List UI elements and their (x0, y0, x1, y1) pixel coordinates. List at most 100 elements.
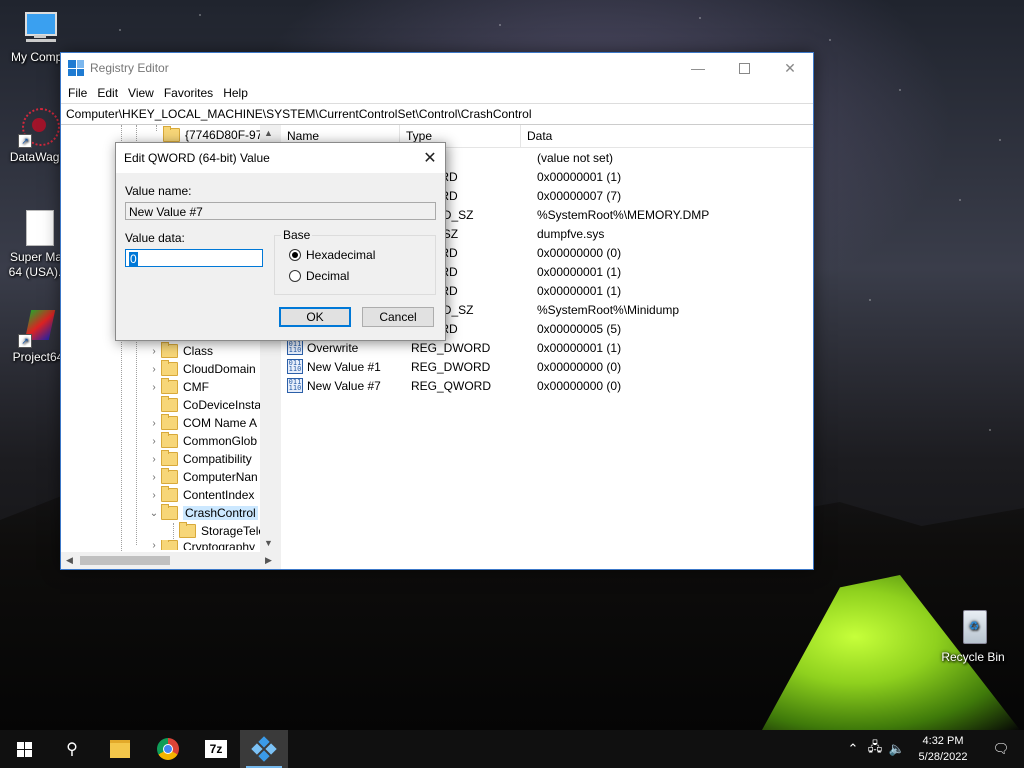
shortcut-arrow-icon: ↗ (18, 134, 32, 148)
value-data-cell: (value not set) (537, 150, 614, 165)
ok-button[interactable]: OK (279, 307, 351, 327)
chevron-up-icon[interactable]: ⌃ (842, 741, 864, 757)
value-data-cell: 0x00000000 (0) (537, 378, 622, 393)
folder-icon (161, 540, 178, 550)
folder-icon (161, 486, 178, 502)
scroll-thumb[interactable] (80, 556, 170, 565)
radio-unselected-icon (289, 270, 301, 282)
clock-time: 4:32 PM (922, 735, 964, 747)
close-button[interactable]: ✕ (767, 53, 813, 83)
recycle-bin-icon: ♻ (953, 608, 993, 648)
tree-item-storagetelemetry[interactable]: StorageTele (165, 522, 265, 540)
tree-item-commonglobusersettings[interactable]: › CommonGlob (147, 432, 257, 450)
menu-view[interactable]: View (123, 86, 159, 100)
folder-icon (161, 450, 178, 466)
expand-arrow-icon[interactable]: › (147, 490, 161, 501)
desktop-icon-recycle-bin[interactable]: ♻ Recycle Bin (936, 608, 1010, 665)
expand-arrow-icon[interactable]: › (147, 418, 161, 429)
expand-arrow-icon[interactable]: › (147, 472, 161, 483)
edit-qword-dialog: Edit QWORD (64-bit) Value ✕ Value name: … (115, 142, 446, 341)
tree-item-com-name-arbiter[interactable]: › COM Name A (147, 414, 257, 432)
dialog-titlebar[interactable]: Edit QWORD (64-bit) Value ✕ (116, 143, 445, 173)
volume-icon[interactable]: 🔈 (886, 741, 908, 757)
shortcut-arrow-icon: ↗ (18, 334, 32, 348)
value-name-cell: 011 110 New Value #1 (287, 359, 381, 374)
value-type-cell: REG_QWORD (411, 378, 492, 393)
computer-icon (20, 8, 60, 48)
scroll-right-icon[interactable]: ▶ (260, 555, 277, 566)
value-name-cell: 011 110 New Value #7 (287, 378, 381, 393)
folder-icon (161, 414, 178, 430)
scroll-up-icon[interactable]: ▲ (260, 125, 277, 142)
folder-icon (161, 432, 178, 448)
search-button[interactable]: ⚲ (48, 730, 96, 768)
7zip-icon: 7z (205, 740, 227, 758)
menu-bar: File Edit View Favorites Help (61, 83, 813, 103)
tree-item-clouddomain[interactable]: › CloudDomain (147, 360, 256, 378)
reg-binary-icon: 011110 (287, 340, 303, 355)
value-name-field[interactable]: New Value #7 (125, 202, 436, 220)
tree-item-compatibility[interactable]: › Compatibility (147, 450, 252, 468)
collapse-arrow-icon[interactable]: ⌄ (147, 508, 161, 519)
tree-horizontal-scrollbar[interactable]: ◀ ▶ (61, 552, 277, 569)
clock[interactable]: 4:32 PM 5/28/2022 (908, 733, 978, 765)
tree-item-contentindex[interactable]: › ContentIndex (147, 486, 254, 504)
expand-arrow-icon[interactable]: › (147, 382, 161, 393)
tree-item-cmf[interactable]: › CMF (147, 378, 209, 396)
tree-item-computername[interactable]: › ComputerNan (147, 468, 258, 486)
tree-item-codeviceinstall[interactable]: CoDeviceInsta (147, 396, 261, 414)
expand-arrow-icon[interactable]: › (147, 540, 161, 550)
menu-edit[interactable]: Edit (92, 86, 123, 100)
taskbar-registry-editor[interactable] (240, 730, 288, 768)
value-row[interactable]: 011 110 New Value #1 REG_DWORD 0x00000000 (0… (281, 357, 813, 376)
scroll-left-icon[interactable]: ◀ (61, 555, 78, 566)
dialog-close-icon[interactable]: ✕ (415, 148, 445, 168)
expand-arrow-icon[interactable]: › (147, 454, 161, 465)
network-icon[interactable]: 🖧 (864, 738, 886, 760)
taskbar-file-explorer[interactable] (96, 730, 144, 768)
menu-file[interactable]: File (63, 86, 92, 100)
expand-arrow-icon[interactable]: › (147, 436, 161, 447)
radio-hexadecimal[interactable]: Hexadecimal (289, 248, 375, 262)
search-icon: ⚲ (66, 741, 78, 758)
value-name-cell: 011 110 Overwrite (287, 340, 359, 355)
datawagon-icon: ↗ (18, 108, 60, 148)
menu-help[interactable]: Help (218, 86, 253, 100)
maximize-button[interactable] (721, 53, 767, 83)
base-groupbox: Base Hexadecimal Decimal (274, 228, 436, 295)
folder-icon (179, 522, 196, 538)
taskbar: ⚲ 7z ⌃ 🖧 🔈 4:32 PM 5/28/2022 🗨 (0, 730, 1024, 768)
value-data-cell: 0x00000001 (1) (537, 169, 622, 184)
value-data-cell: %SystemRoot%\MEMORY.DMP (537, 207, 710, 222)
windows-logo-icon (16, 741, 32, 757)
expand-arrow-icon[interactable]: › (147, 364, 161, 375)
value-row[interactable]: 011 110 New Value #7 REG_QWORD 0x00000000 (0… (281, 376, 813, 395)
system-tray: ⌃ 🖧 🔈 4:32 PM 5/28/2022 🗨 (842, 730, 1024, 768)
dialog-title: Edit QWORD (64-bit) Value (124, 151, 270, 165)
value-data-text: 0 (129, 252, 138, 266)
clock-date: 5/28/2022 (918, 751, 968, 763)
address-bar[interactable]: Computer\HKEY_LOCAL_MACHINE\SYSTEM\Curre… (61, 103, 813, 125)
column-header-data[interactable]: Data (521, 125, 813, 147)
folder-icon (161, 396, 178, 412)
cancel-button[interactable]: Cancel (362, 307, 434, 327)
tree-item-crashcontrol[interactable]: ⌄ CrashControl (147, 504, 258, 522)
project64-icon: ↗ (18, 308, 58, 348)
registry-editor-icon (68, 60, 84, 76)
tree-item-cryptography[interactable]: › Cryptography (147, 540, 255, 550)
menu-favorites[interactable]: Favorites (159, 86, 218, 100)
window-titlebar[interactable]: Registry Editor — ✕ (61, 53, 813, 83)
address-path[interactable]: Computer\HKEY_LOCAL_MACHINE\SYSTEM\Curre… (66, 107, 532, 121)
notification-icon[interactable]: 🗨 (978, 741, 1024, 757)
taskbar-chrome[interactable] (144, 730, 192, 768)
close-icon: ✕ (784, 59, 796, 76)
scroll-down-icon[interactable]: ▼ (260, 535, 277, 552)
tree-item-class[interactable]: › Class (147, 342, 213, 360)
value-data-cell: 0x00000007 (7) (537, 188, 622, 203)
start-button[interactable] (0, 730, 48, 768)
taskbar-7zip[interactable]: 7z (192, 730, 240, 768)
radio-decimal[interactable]: Decimal (289, 269, 349, 283)
minimize-button[interactable]: — (675, 53, 721, 83)
expand-arrow-icon[interactable]: › (147, 346, 161, 357)
value-data-input[interactable]: 0 (125, 249, 263, 267)
